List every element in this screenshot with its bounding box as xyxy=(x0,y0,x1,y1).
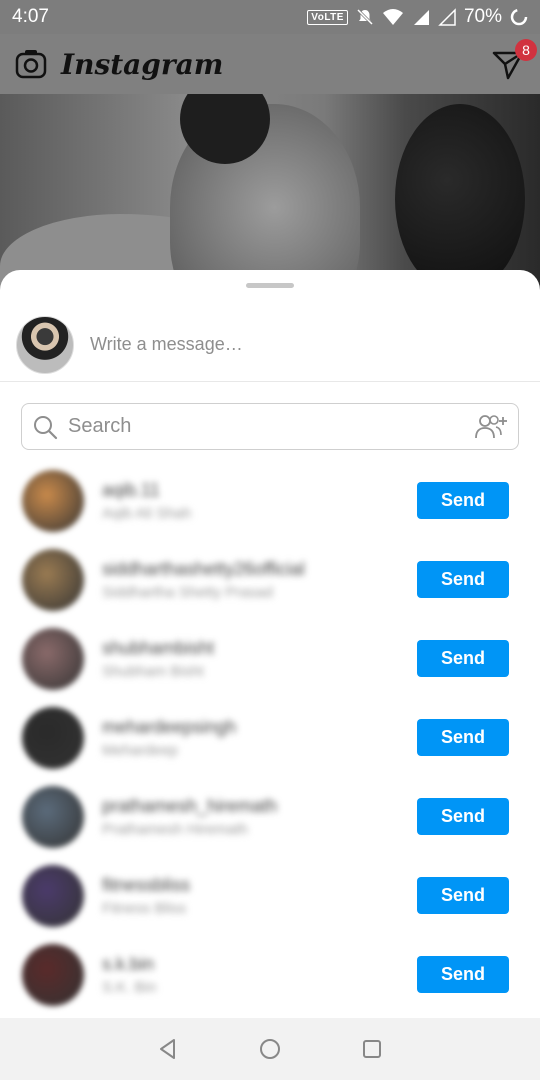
avatar[interactable] xyxy=(22,943,84,1006)
list-item[interactable]: shubhambisht Shubham Bisht Send xyxy=(0,619,540,698)
sheet-drag-handle[interactable] xyxy=(246,283,294,288)
recents-icon[interactable] xyxy=(360,1037,384,1061)
wifi-icon xyxy=(382,9,403,25)
search-icon xyxy=(34,415,58,439)
share-sheet: aqib.11Aqib Ali ShahSendsiddharthashetty… xyxy=(0,270,540,1018)
search-input[interactable] xyxy=(68,415,474,438)
direct-message-button[interactable]: 8 xyxy=(491,39,537,81)
signal-empty-icon xyxy=(438,8,456,26)
status-icons: VoLTE 70% xyxy=(307,6,528,28)
avatar[interactable] xyxy=(22,469,84,532)
message-input[interactable] xyxy=(90,334,490,355)
home-icon[interactable] xyxy=(258,1037,282,1061)
contact-list: aqib.11 Aqib Ali Shah Send siddharthashetty… xyxy=(0,461,540,1014)
list-item[interactable]: prathamesh_hiremath Prathamesh Hiremath Se… xyxy=(0,777,540,856)
volte-icon: VoLTE xyxy=(307,9,348,25)
list-item[interactable]: siddharthashetty26official Siddhartha She… xyxy=(0,540,540,619)
status-time: 4:07 xyxy=(12,6,49,27)
notification-badge: 8 xyxy=(515,39,537,61)
avatar xyxy=(16,315,74,374)
battery-icon xyxy=(510,8,528,26)
list-item[interactable]: s.k.bin S.K. Bin Send xyxy=(0,935,540,1014)
status-bar: 4:07 VoLTE 70% xyxy=(0,0,540,34)
avatar[interactable] xyxy=(22,785,84,848)
add-people-icon[interactable] xyxy=(474,413,508,441)
battery-percent: 70% xyxy=(463,6,502,27)
avatar[interactable] xyxy=(22,706,84,769)
list-item[interactable]: mehardeepsingh Mehardeep Send xyxy=(0,698,540,777)
send-button[interactable]: Send xyxy=(417,640,509,677)
list-item[interactable]: fitnessbliss Fitness Bliss Send xyxy=(0,856,540,935)
avatar[interactable] xyxy=(22,548,84,611)
avatar[interactable] xyxy=(22,627,84,690)
system-nav-bar xyxy=(0,1018,540,1080)
list-item[interactable]: aqib.11 Aqib Ali Shah Send xyxy=(0,461,540,540)
send-button[interactable]: Send xyxy=(417,561,509,598)
send-button[interactable]: Send xyxy=(417,482,509,519)
send-button[interactable]: Send xyxy=(417,719,509,756)
app-logo: Instagram xyxy=(61,47,224,81)
search-bar[interactable] xyxy=(21,403,519,450)
back-icon[interactable] xyxy=(156,1037,180,1061)
post-photo xyxy=(0,94,540,294)
send-button[interactable]: Send xyxy=(417,798,509,835)
app-header: Instagram 8 xyxy=(0,34,540,94)
avatar[interactable] xyxy=(22,864,84,927)
message-row xyxy=(0,308,540,382)
signal-full-icon xyxy=(413,10,429,25)
camera-icon[interactable] xyxy=(15,49,47,79)
send-button[interactable]: Send xyxy=(417,956,509,993)
bell-muted-icon xyxy=(356,8,374,26)
send-button[interactable]: Send xyxy=(417,877,509,914)
